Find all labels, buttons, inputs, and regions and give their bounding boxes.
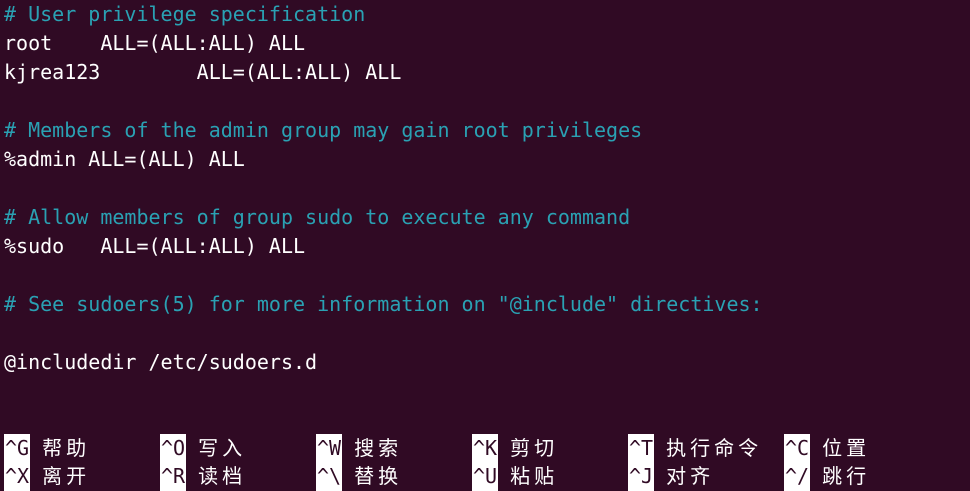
- shortcut-label: 读档: [198, 464, 247, 488]
- shortcut-read-file[interactable]: ^R 读档: [160, 462, 246, 491]
- shortcut-help[interactable]: ^G 帮助: [4, 434, 90, 463]
- shortcut-label: 搜索: [354, 436, 403, 460]
- shortcut-key: ^K: [472, 434, 499, 463]
- shortcut-key: ^R: [160, 462, 187, 491]
- shortcut-cut[interactable]: ^K 剪切: [472, 434, 558, 463]
- shortcut-exit[interactable]: ^X 离开: [4, 462, 90, 491]
- shortcut-execute[interactable]: ^T 执行命令: [628, 434, 762, 463]
- shortcut-label: 剪切: [510, 436, 559, 460]
- comment-line-user-privilege[interactable]: # User privilege specification: [4, 0, 365, 29]
- shortcut-label: 粘贴: [510, 464, 559, 488]
- shortcut-key: ^T: [628, 434, 655, 463]
- shortcut-key: ^\: [316, 462, 343, 491]
- code-line-root[interactable]: root ALL=(ALL:ALL) ALL: [4, 29, 305, 58]
- comment-line-admin[interactable]: # Members of the admin group may gain ro…: [4, 116, 642, 145]
- shortcut-key: ^O: [160, 434, 187, 463]
- shortcut-key: ^G: [4, 434, 31, 463]
- shortcut-paste[interactable]: ^U 粘贴: [472, 462, 558, 491]
- code-line-includedir[interactable]: @includedir /etc/sudoers.d: [4, 348, 317, 377]
- code-line-user[interactable]: kjrea123 ALL=(ALL:ALL) ALL: [4, 58, 401, 87]
- shortcut-key: ^C: [784, 434, 811, 463]
- nano-editor-window[interactable]: # User privilege specification root ALL=…: [0, 0, 970, 491]
- shortcut-label: 对齐: [666, 464, 715, 488]
- shortcut-key: ^U: [472, 462, 499, 491]
- shortcut-label: 帮助: [42, 436, 91, 460]
- shortcut-label: 跳行: [822, 464, 871, 488]
- shortcut-label: 位置: [822, 436, 871, 460]
- shortcut-label: 写入: [198, 436, 247, 460]
- code-line-admin[interactable]: %admin ALL=(ALL) ALL: [4, 145, 245, 174]
- comment-line-sudo[interactable]: # Allow members of group sudo to execute…: [4, 203, 630, 232]
- shortcut-label: 执行命令: [666, 436, 763, 460]
- shortcut-key: ^W: [316, 434, 343, 463]
- shortcut-key: ^J: [628, 462, 655, 491]
- comment-line-include[interactable]: # See sudoers(5) for more information on…: [4, 290, 763, 319]
- shortcut-justify[interactable]: ^J 对齐: [628, 462, 714, 491]
- shortcut-label: 替换: [354, 464, 403, 488]
- shortcut-label: 离开: [42, 464, 91, 488]
- shortcut-write[interactable]: ^O 写入: [160, 434, 246, 463]
- shortcut-key: ^X: [4, 462, 31, 491]
- shortcut-search[interactable]: ^W 搜索: [316, 434, 402, 463]
- shortcut-location[interactable]: ^C 位置: [784, 434, 870, 463]
- shortcut-key: ^/: [784, 462, 811, 491]
- code-line-sudo[interactable]: %sudo ALL=(ALL:ALL) ALL: [4, 232, 305, 261]
- shortcut-go-to-line[interactable]: ^/ 跳行: [784, 462, 870, 491]
- shortcut-replace[interactable]: ^\ 替换: [316, 462, 402, 491]
